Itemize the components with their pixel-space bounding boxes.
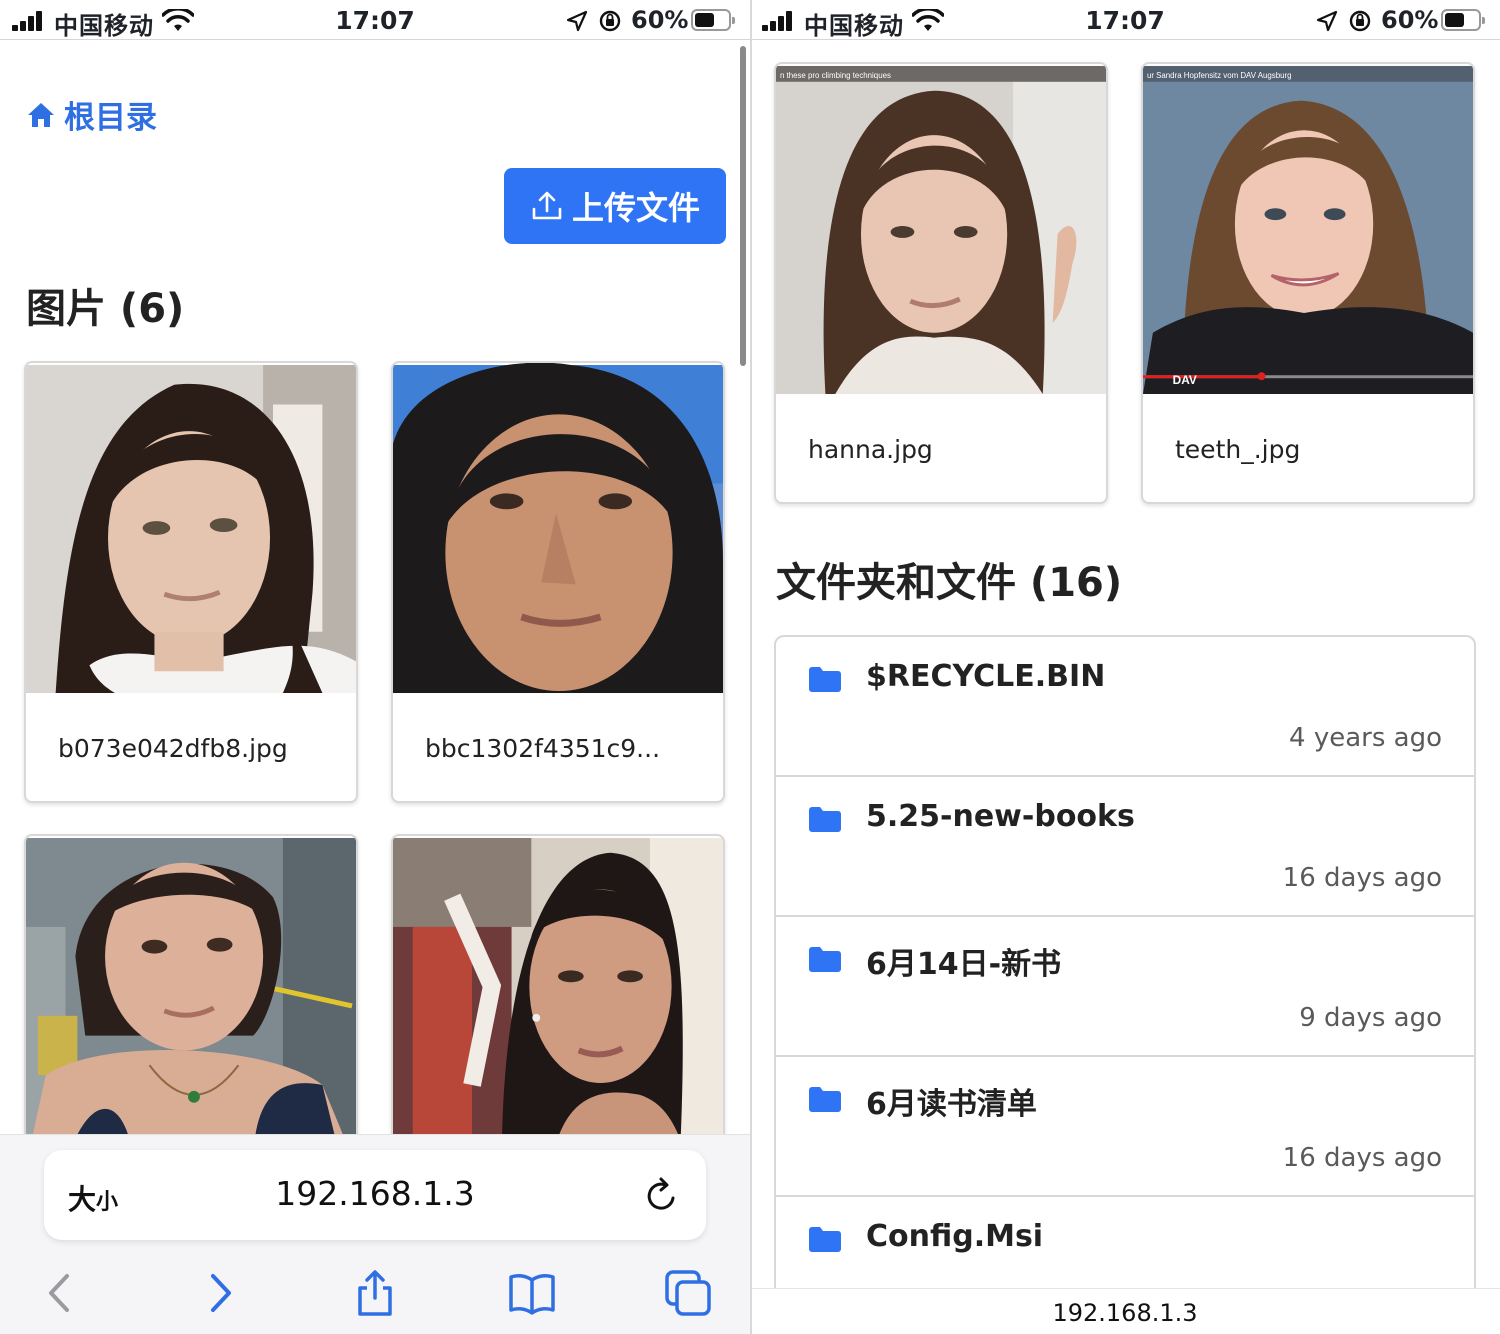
address-bar[interactable]: 大小 192.168.1.3 (44, 1150, 706, 1240)
folder-icon (809, 1087, 841, 1112)
tabs-icon (665, 1270, 711, 1316)
browser-bottom-bar: 大小 192.168.1.3 (0, 1134, 750, 1334)
bottom-address-label[interactable]: 192.168.1.3 (750, 1288, 1500, 1334)
folder-name: $RECYCLE.BIN (866, 659, 1106, 694)
battery-icon (691, 9, 735, 31)
location-icon (566, 10, 588, 32)
folder-date: 16 days ago (1282, 1143, 1442, 1173)
folders-section-title: 文件夹和文件 (16) (776, 560, 1123, 606)
folder-list: $RECYCLE.BIN 4 years ago 5.25-new-books … (774, 635, 1476, 1334)
battery-percent: 60% (1381, 6, 1439, 34)
forward-button[interactable] (190, 1263, 250, 1323)
image-thumbnail (393, 363, 723, 695)
tabs-button[interactable] (658, 1263, 718, 1323)
folder-row[interactable]: 5.25-new-books 16 days ago (776, 777, 1474, 917)
orientation-lock-icon (1349, 10, 1371, 32)
image-card[interactable]: ur Sandra Hopfensitz vom DAV Augsburg DA… (1141, 62, 1475, 504)
folder-icon (809, 667, 841, 692)
status-bar: 中国移动 17:07 60% (0, 0, 750, 40)
bookmarks-button[interactable] (502, 1263, 562, 1323)
folder-name: Config.Msi (866, 1219, 1044, 1254)
image-thumbnail (26, 363, 356, 695)
home-icon (28, 102, 54, 127)
chevron-left-icon (49, 1274, 69, 1312)
folder-date: 16 days ago (1282, 863, 1442, 893)
folder-date: 9 days ago (1299, 1003, 1442, 1033)
battery-icon (1441, 9, 1485, 31)
breadcrumb-root[interactable]: 根目录 (26, 92, 157, 137)
chevron-right-icon (211, 1274, 231, 1312)
battery-percent: 60% (631, 6, 689, 34)
image-card[interactable] (24, 834, 358, 1170)
folder-icon (809, 807, 841, 832)
scrollbar[interactable] (740, 46, 746, 366)
video-caption: ur Sandra Hopfensitz vom DAV Augsburg (1147, 71, 1292, 80)
share-icon (358, 1270, 392, 1316)
book-icon (509, 1274, 555, 1315)
folder-name: 5.25-new-books (866, 799, 1135, 834)
back-button[interactable] (30, 1263, 90, 1323)
folder-name: 6月读书清单 (866, 1087, 1037, 1122)
image-filename: b073e042dfb8.jpg (58, 733, 288, 763)
folder-icon (809, 947, 841, 972)
image-card[interactable] (391, 834, 725, 1170)
upload-icon (532, 191, 562, 220)
folder-row[interactable]: 6月14日-新书 9 days ago (776, 917, 1474, 1057)
share-button[interactable] (345, 1263, 405, 1323)
folder-date: 4 years ago (1289, 723, 1442, 753)
folder-row[interactable]: 6月读书清单 16 days ago (776, 1057, 1474, 1197)
browser-toolbar (0, 1263, 750, 1323)
reload-icon[interactable] (644, 1176, 680, 1214)
image-thumbnail (26, 836, 356, 1168)
image-card[interactable]: n these pro climbing techniques hanna.jp… (774, 62, 1108, 504)
upload-button[interactable]: 上传文件 (504, 168, 726, 244)
location-icon (1316, 10, 1338, 32)
upload-label: 上传文件 (571, 189, 700, 227)
folder-name: 6月14日-新书 (866, 947, 1062, 982)
image-filename: teeth_.jpg (1175, 434, 1301, 464)
image-card[interactable]: b073e042dfb8.jpg (24, 361, 358, 803)
breadcrumb-label: 根目录 (64, 100, 157, 136)
address-text[interactable]: 192.168.1.3 (44, 1174, 706, 1213)
video-caption: n these pro climbing techniques (780, 71, 891, 80)
dav-logo: DAV (1173, 373, 1197, 387)
image-filename: bbc1302f4351c9... (425, 733, 661, 763)
folder-row[interactable]: $RECYCLE.BIN 4 years ago (776, 637, 1474, 777)
image-thumbnail: n these pro climbing techniques (776, 64, 1106, 396)
left-screen: 中国移动 17:07 60% 根目录 上传文件 图片 (6) b073e042d… (0, 0, 750, 1334)
image-thumbnail (393, 836, 723, 1168)
image-filename: hanna.jpg (808, 434, 933, 464)
image-thumbnail: ur Sandra Hopfensitz vom DAV Augsburg DA… (1143, 64, 1473, 396)
folder-icon (809, 1227, 841, 1252)
images-section-title: 图片 (6) (26, 286, 185, 332)
orientation-lock-icon (599, 10, 621, 32)
image-card[interactable]: bbc1302f4351c9... (391, 361, 725, 803)
status-bar: 中国移动 17:07 60% (750, 0, 1500, 40)
